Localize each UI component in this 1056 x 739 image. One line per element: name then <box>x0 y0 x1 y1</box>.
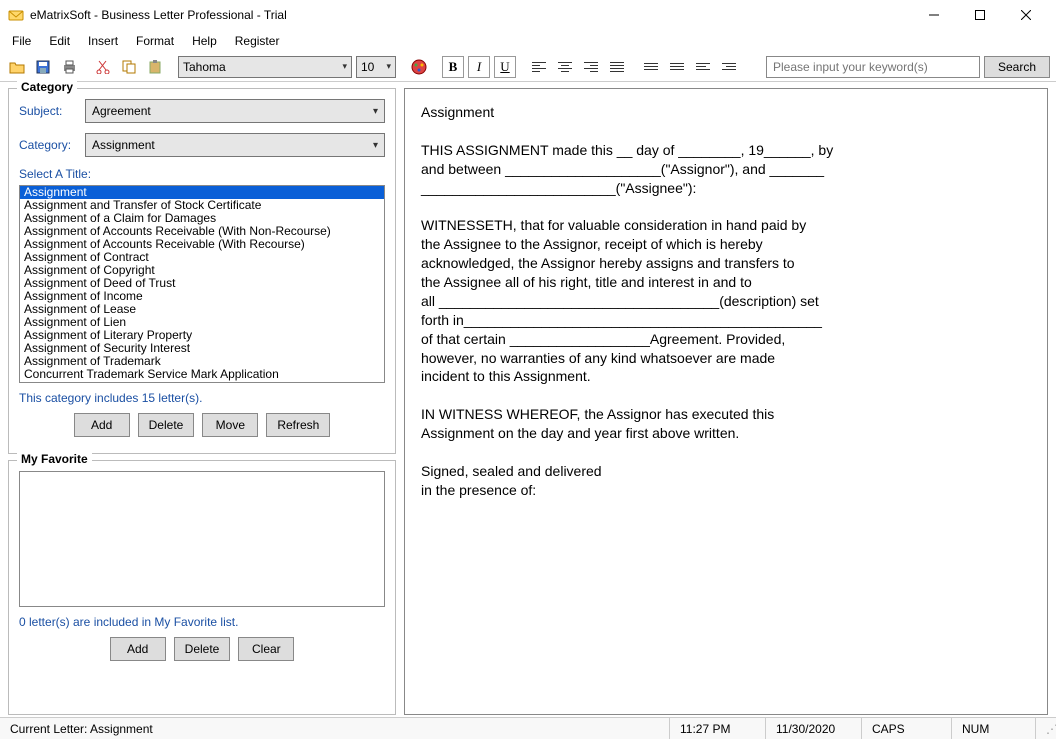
bold-button[interactable]: B <box>442 56 464 78</box>
fav-add-button[interactable]: Add <box>110 637 166 661</box>
menubar: File Edit Insert Format Help Register <box>0 30 1056 52</box>
underline-button[interactable]: U <box>494 56 516 78</box>
delete-button[interactable]: Delete <box>138 413 195 437</box>
title-listbox[interactable]: AssignmentAssignment and Transfer of Sto… <box>19 185 385 383</box>
favorite-count: 0 letter(s) are included in My Favorite … <box>19 615 385 629</box>
add-button[interactable]: Add <box>74 413 130 437</box>
toolbar: Tahoma 10 B I U Search <box>0 52 1056 82</box>
print-icon[interactable] <box>58 56 80 78</box>
align-justify-icon[interactable] <box>606 56 628 78</box>
italic-button[interactable]: I <box>468 56 490 78</box>
letter-preview[interactable]: Assignment THIS ASSIGNMENT made this __ … <box>404 88 1048 715</box>
subject-label: Subject: <box>19 104 85 118</box>
status-current: Current Letter: Assignment <box>0 718 669 739</box>
cut-icon[interactable] <box>92 56 114 78</box>
list-number-icon[interactable] <box>640 56 662 78</box>
favorite-listbox[interactable] <box>19 471 385 607</box>
window-title: eMatrixSoft - Business Letter Profession… <box>30 8 912 22</box>
category-label: Category: <box>19 138 85 152</box>
menu-insert[interactable]: Insert <box>80 32 126 50</box>
menu-help[interactable]: Help <box>184 32 225 50</box>
menu-edit[interactable]: Edit <box>41 32 78 50</box>
subject-combo[interactable]: Agreement <box>85 99 385 123</box>
titlebar: eMatrixSoft - Business Letter Profession… <box>0 0 1056 30</box>
statusbar: Current Letter: Assignment 11:27 PM 11/3… <box>0 717 1056 739</box>
align-right-icon[interactable] <box>580 56 602 78</box>
indent-icon[interactable] <box>718 56 740 78</box>
category-count: This category includes 15 letter(s). <box>19 391 385 405</box>
app-icon <box>8 7 24 23</box>
status-time: 11:27 PM <box>669 718 765 739</box>
refresh-button[interactable]: Refresh <box>266 413 330 437</box>
align-center-icon[interactable] <box>554 56 576 78</box>
close-button[interactable] <box>1004 1 1048 29</box>
color-icon[interactable] <box>408 56 430 78</box>
outdent-icon[interactable] <box>692 56 714 78</box>
copy-icon[interactable] <box>118 56 140 78</box>
search-button[interactable]: Search <box>984 56 1050 78</box>
category-legend: Category <box>17 80 77 94</box>
left-column: Category Subject: Agreement Category: As… <box>8 88 396 715</box>
select-title-label: Select A Title: <box>19 167 385 181</box>
search-input[interactable] <box>766 56 980 78</box>
category-combo[interactable]: Assignment <box>85 133 385 157</box>
fav-clear-button[interactable]: Clear <box>238 637 294 661</box>
font-select[interactable]: Tahoma <box>178 56 352 78</box>
menu-file[interactable]: File <box>4 32 39 50</box>
category-panel: Category Subject: Agreement Category: As… <box>8 88 396 454</box>
font-size-select[interactable]: 10 <box>356 56 396 78</box>
maximize-button[interactable] <box>958 1 1002 29</box>
status-date: 11/30/2020 <box>765 718 861 739</box>
main-area: Category Subject: Agreement Category: As… <box>0 82 1056 717</box>
status-caps: CAPS <box>861 718 951 739</box>
open-icon[interactable] <box>6 56 28 78</box>
favorite-panel: My Favorite 0 letter(s) are included in … <box>8 460 396 715</box>
list-item[interactable]: Concurrent Trademark Service Mark Applic… <box>20 368 384 381</box>
menu-register[interactable]: Register <box>227 32 288 50</box>
minimize-button[interactable] <box>912 1 956 29</box>
menu-format[interactable]: Format <box>128 32 182 50</box>
window-controls <box>912 1 1048 29</box>
save-icon[interactable] <box>32 56 54 78</box>
paste-icon[interactable] <box>144 56 166 78</box>
resize-grip[interactable]: ⋰ <box>1035 718 1056 739</box>
fav-delete-button[interactable]: Delete <box>174 637 231 661</box>
status-num: NUM <box>951 718 1035 739</box>
list-bullet-icon[interactable] <box>666 56 688 78</box>
move-button[interactable]: Move <box>202 413 258 437</box>
align-left-icon[interactable] <box>528 56 550 78</box>
favorite-legend: My Favorite <box>17 452 92 466</box>
